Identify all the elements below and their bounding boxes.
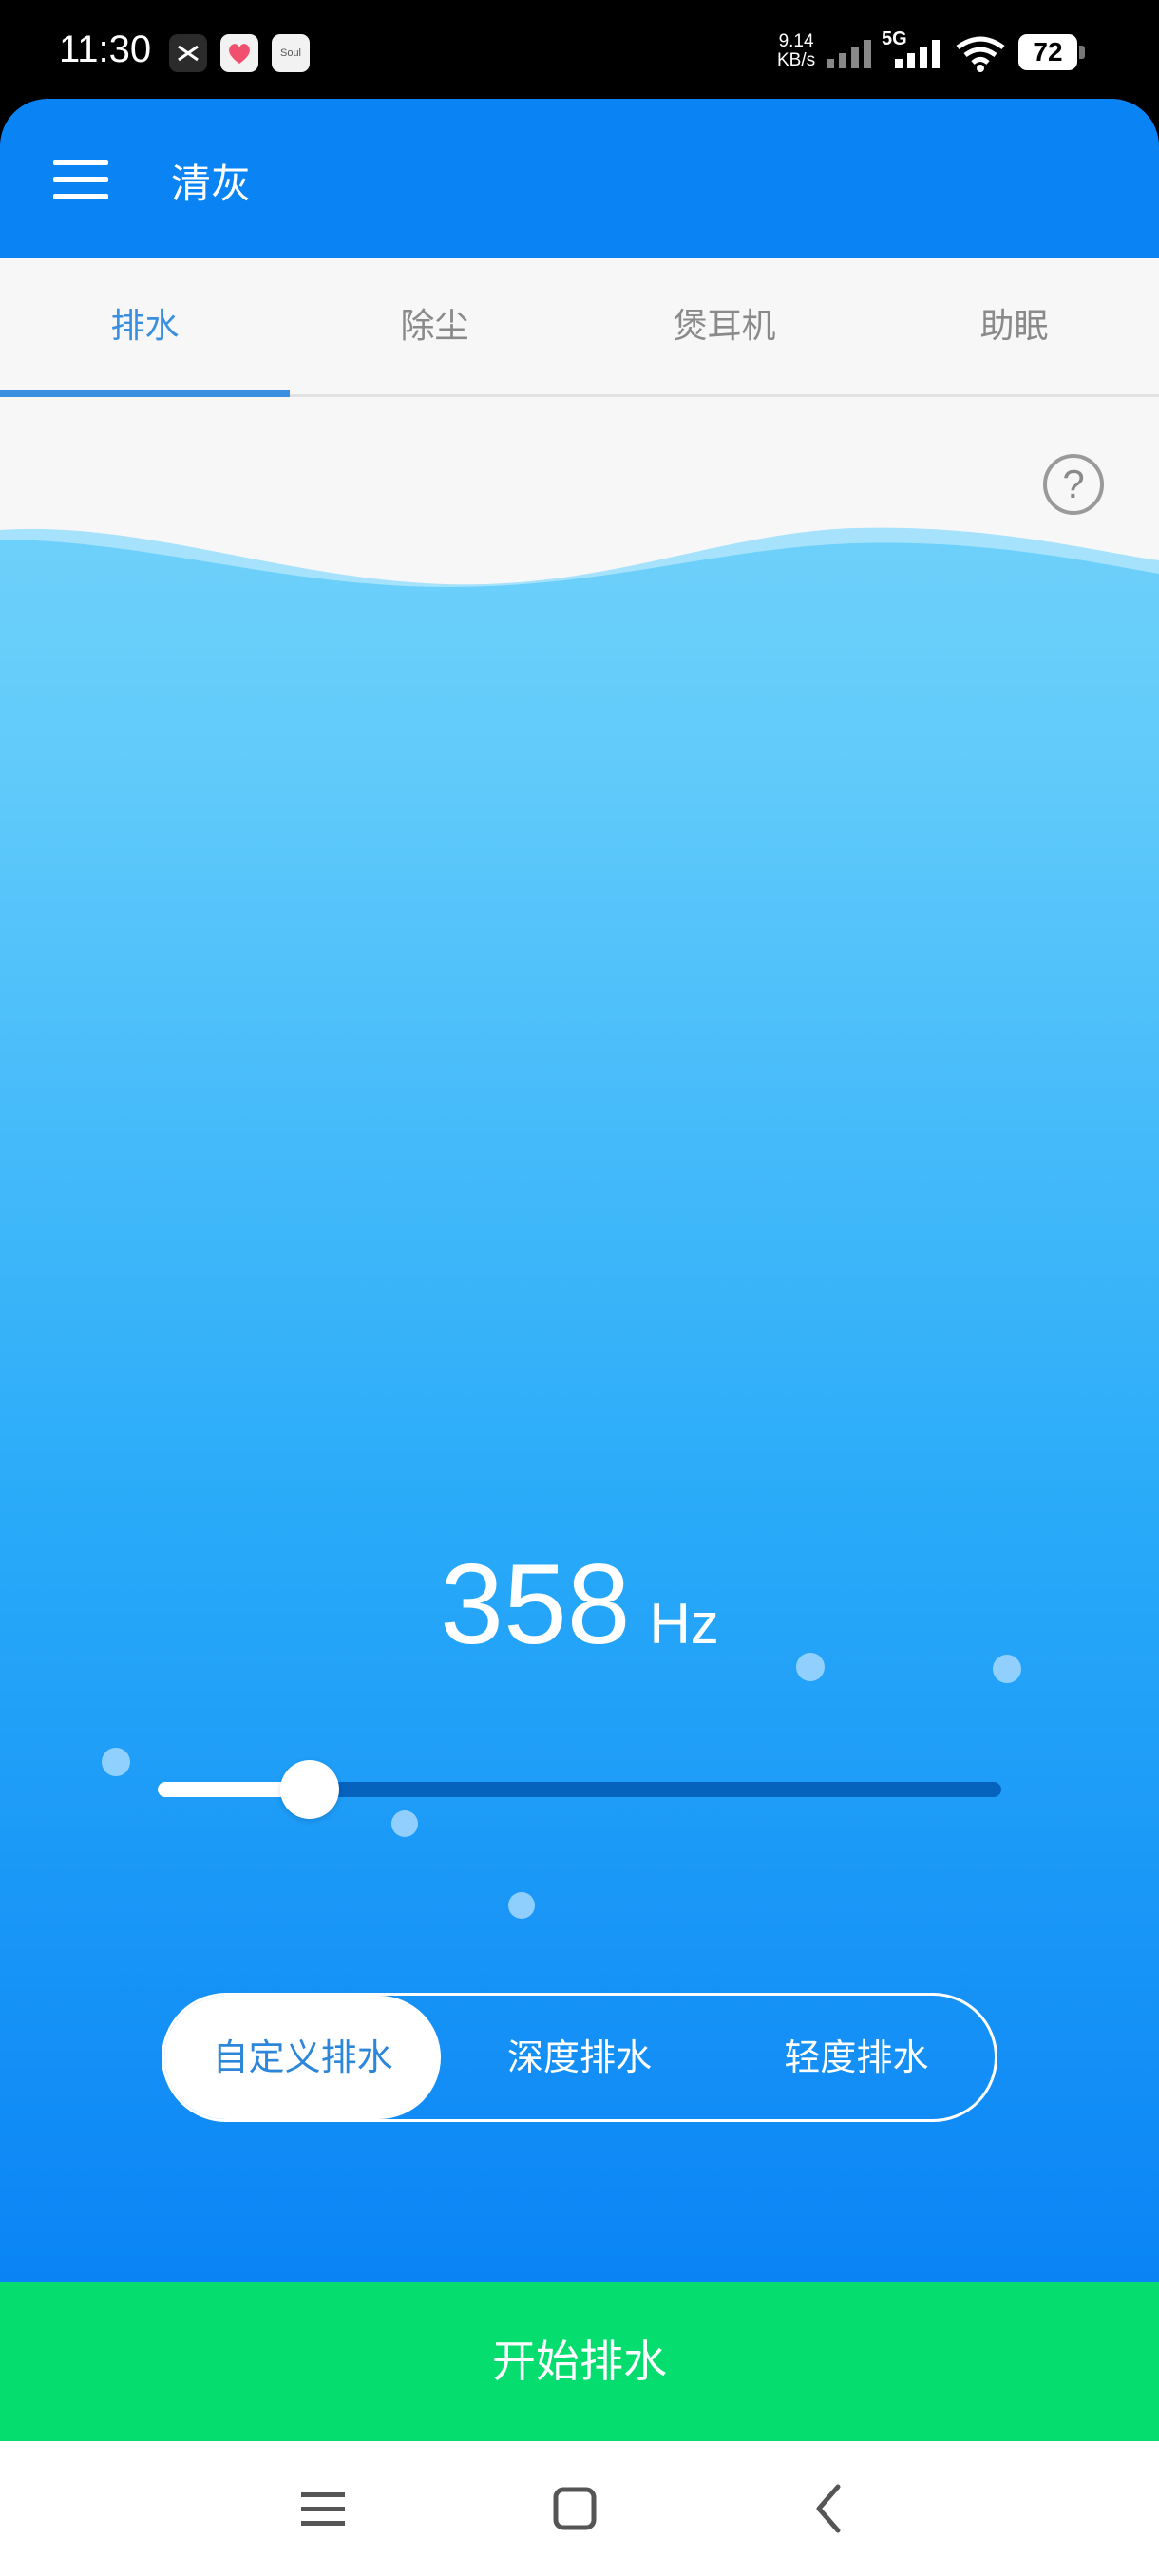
net-speed-unit: KB/s [777, 50, 816, 70]
menu-icon[interactable] [53, 160, 108, 199]
mode-light-drain[interactable]: 轻度排水 [718, 1996, 995, 2119]
bubble [993, 1655, 1021, 1683]
net-speed: 9.14 KB/s [777, 32, 815, 70]
tab-dust-removal[interactable]: 除尘 [290, 258, 580, 394]
frequency-value: 358 [440, 1541, 631, 1668]
battery-tip [1079, 46, 1085, 59]
app-title: 清灰 [171, 161, 252, 207]
bubble [391, 1810, 418, 1837]
frequency-slider[interactable] [158, 1760, 1001, 1819]
tab-earphone-burn-in[interactable]: 煲耳机 [580, 258, 869, 394]
back-icon[interactable] [796, 2475, 863, 2542]
status-time: 11:30 [59, 28, 152, 70]
bubble [102, 1748, 130, 1776]
status-bar: 11:30 Soul 9.14 KB/s 5G 72 [0, 0, 1159, 104]
recent-apps-icon[interactable] [290, 2475, 356, 2542]
net-speed-value: 9.14 [778, 31, 814, 51]
bubble [796, 1653, 825, 1681]
start-drain-button[interactable]: 开始排水 [0, 2282, 1159, 2441]
mode-deep-drain[interactable]: 深度排水 [441, 1996, 717, 2119]
home-icon[interactable] [542, 2475, 608, 2542]
mode-custom-drain[interactable]: 自定义排水 [164, 1996, 442, 2119]
capcut-icon [169, 34, 207, 72]
wifi-icon [956, 36, 1005, 72]
frequency-unit: Hz [649, 1592, 719, 1656]
heart-app-icon [220, 34, 258, 72]
app-header: 清灰 [0, 99, 1159, 258]
bubble [508, 1892, 535, 1919]
tab-drain[interactable]: 排水 [0, 258, 290, 397]
soul-app-icon: Soul [272, 34, 310, 72]
signal-2-icon [895, 40, 940, 68]
system-nav-bar [0, 2441, 1159, 2576]
frequency-display: 358 Hz [0, 1539, 1159, 1670]
drain-mode-selector: 自定义排水 深度排水 轻度排水 [162, 1993, 998, 2122]
tab-sleep-aid[interactable]: 助眠 [869, 258, 1159, 394]
slider-thumb[interactable] [279, 1760, 339, 1819]
soul-app-label: Soul [279, 47, 302, 59]
help-icon[interactable]: ? [1043, 454, 1104, 515]
battery-indicator: 72 [1018, 34, 1077, 70]
signal-1-icon [826, 40, 871, 68]
tab-bar: 排水 除尘 煲耳机 助眠 [0, 258, 1159, 397]
